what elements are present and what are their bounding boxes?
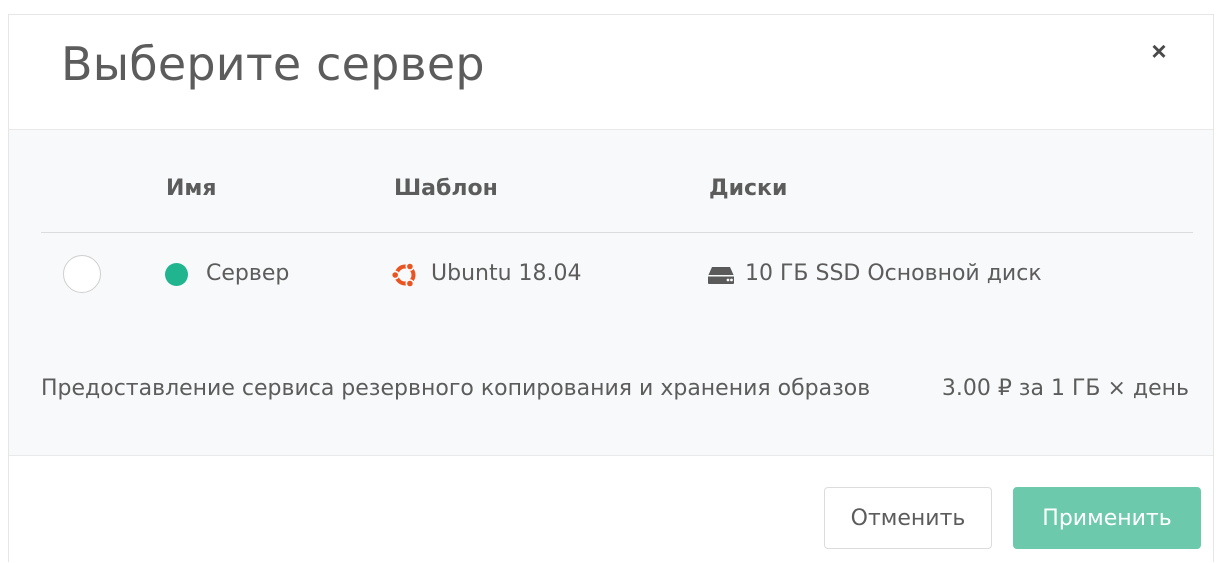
service-label: Предоставление сервиса резервного копиро… bbox=[41, 376, 871, 401]
dialog-title: Выберите сервер bbox=[61, 37, 485, 91]
column-header-template: Шаблон bbox=[394, 176, 498, 201]
service-info: Предоставление сервиса резервного копиро… bbox=[41, 376, 1193, 408]
apply-button[interactable]: Применить bbox=[1013, 487, 1201, 549]
disk-info: 10 ГБ SSD Основной диск bbox=[745, 261, 1042, 286]
select-server-dialog: Выберите сервер × Имя Шаблон Диски Серве… bbox=[8, 14, 1214, 563]
server-radio-button[interactable] bbox=[63, 255, 101, 293]
dialog-footer: Отменить Применить bbox=[9, 456, 1213, 563]
table-header: Имя Шаблон Диски bbox=[41, 130, 1193, 233]
hard-drive-icon bbox=[708, 267, 734, 284]
template-name: Ubuntu 18.04 bbox=[431, 261, 582, 286]
ubuntu-icon bbox=[391, 262, 416, 288]
column-header-name: Имя bbox=[166, 176, 217, 201]
dialog-body: Имя Шаблон Диски Сервер Ubuntu 18.04 10 … bbox=[9, 130, 1213, 456]
server-name: Сервер bbox=[206, 261, 290, 286]
close-button[interactable]: × bbox=[1147, 38, 1171, 64]
status-dot-icon bbox=[165, 263, 188, 286]
dialog-header: Выберите сервер × bbox=[9, 15, 1213, 130]
table-row[interactable]: Сервер Ubuntu 18.04 10 ГБ SSD Основной д… bbox=[41, 233, 1193, 317]
cancel-button[interactable]: Отменить bbox=[824, 487, 992, 549]
service-price: 3.00 ₽ за 1 ГБ × день bbox=[941, 376, 1189, 401]
column-header-disks: Диски bbox=[709, 176, 788, 201]
